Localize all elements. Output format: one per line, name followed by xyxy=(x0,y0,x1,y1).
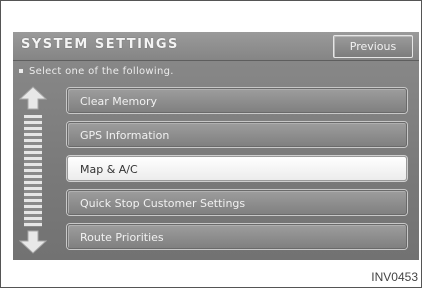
menu-item-route-priorities[interactable]: Route Priorities xyxy=(67,224,407,249)
instruction-label: Select one of the following. xyxy=(29,66,174,77)
menu-item-clear-memory[interactable]: Clear Memory xyxy=(67,88,407,113)
arrow-down-icon xyxy=(18,230,48,254)
page-title: SYSTEM SETTINGS xyxy=(21,37,179,52)
system-settings-screen: SYSTEM SETTINGS Previous Select one of t… xyxy=(13,32,419,260)
menu-item-map-ac[interactable]: Map & A/C xyxy=(67,156,407,181)
previous-button[interactable]: Previous xyxy=(333,35,413,58)
bullet-icon xyxy=(19,69,23,73)
scroll-track[interactable] xyxy=(24,115,42,227)
arrow-up-icon xyxy=(18,86,48,110)
title-bar: SYSTEM SETTINGS Previous xyxy=(13,32,419,61)
menu-item-gps-information[interactable]: GPS Information xyxy=(67,122,407,147)
instruction-text: Select one of the following. xyxy=(19,66,174,77)
figure-code: INV0453 xyxy=(371,270,418,284)
menu-item-quick-stop-settings[interactable]: Quick Stop Customer Settings xyxy=(67,190,407,215)
scroll-down-button[interactable] xyxy=(18,230,48,254)
scroll-up-button[interactable] xyxy=(18,86,48,110)
